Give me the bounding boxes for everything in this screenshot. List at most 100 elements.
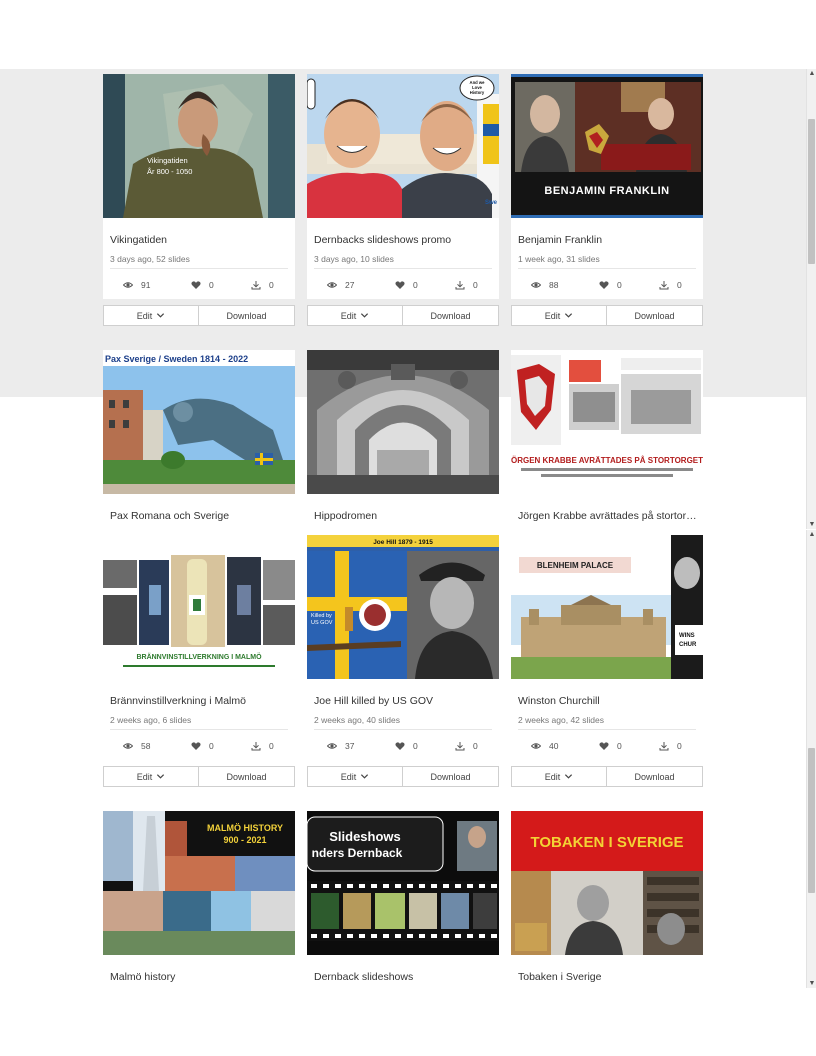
presentation-title[interactable]: Joe Hill killed by US GOV xyxy=(314,695,494,707)
presentation-title[interactable]: Dernbacks slideshows promo xyxy=(314,234,494,246)
download-button[interactable]: Download xyxy=(403,766,499,787)
edit-menu-button[interactable]: Edit xyxy=(103,766,199,787)
presentation-thumbnail[interactable]: Slideshows nders Dernback xyxy=(307,811,499,955)
card-actions: Edit Download xyxy=(103,305,295,326)
presentation-card[interactable]: And we Love History Swe Dernbacks slides… xyxy=(307,74,499,299)
heart-icon[interactable] xyxy=(395,741,405,751)
presentation-thumbnail[interactable]: BRÄNNVINSTILLVERKNING I MALMÖ xyxy=(103,535,295,679)
edit-menu-button[interactable]: Edit xyxy=(511,305,607,326)
thumbnail-caption: ÖRGEN KRABBE AVRÄTTADES PÅ STORTORGET xyxy=(511,456,703,465)
gallery-viewport-bottom[interactable]: BRÄNNVINSTILLVERKNING I MALMÖ Brännvinst… xyxy=(0,530,816,988)
presentation-card[interactable]: BRÄNNVINSTILLVERKNING I MALMÖ Brännvinst… xyxy=(103,535,295,760)
downloads-count: 0 xyxy=(473,280,478,290)
vertical-scrollbar[interactable]: ▲ ▼ xyxy=(806,530,816,988)
presentation-thumbnail[interactable]: BLENHEIM PALACE WINS CHUR xyxy=(511,535,703,679)
presentation-title[interactable]: Vikingatiden xyxy=(110,234,290,246)
card-divider xyxy=(110,268,288,269)
views-count: 27 xyxy=(345,280,355,290)
views-count: 58 xyxy=(141,741,151,751)
presentation-thumbnail[interactable]: TOBAKEN I SVERIGE xyxy=(511,811,703,955)
heart-icon[interactable] xyxy=(395,280,405,290)
presentation-card[interactable]: TOBAKEN I SVERIGE Tobaken i Sverige xyxy=(511,811,703,988)
presentation-thumbnail[interactable]: And we Love History Swe xyxy=(307,74,499,218)
thumbnail-caption: Killed by xyxy=(311,613,332,619)
download-icon xyxy=(455,742,465,751)
presentation-card[interactable]: Slideshows nders Dernback Dernback slide… xyxy=(307,811,499,988)
thumbnail-caption: År 800 - 1050 xyxy=(147,167,192,176)
scrollbar-thumb[interactable] xyxy=(808,119,815,264)
presentation-thumbnail[interactable]: BENJAMIN FRANKLIN xyxy=(511,74,703,218)
edit-menu-button[interactable]: Edit xyxy=(103,305,199,326)
presentation-card[interactable]: Joe Hill 1879 - 1915 Killed by US GOV Jo… xyxy=(307,535,499,760)
scroll-up-arrow-icon[interactable]: ▲ xyxy=(807,69,816,78)
presentation-card[interactable]: Hippodromen xyxy=(307,350,499,529)
download-button[interactable]: Download xyxy=(199,766,295,787)
thumbnail-caption: BENJAMIN FRANKLIN xyxy=(544,185,669,197)
likes-stat[interactable]: 0 xyxy=(599,741,622,751)
presentation-title[interactable]: Brännvinstillverkning i Malmö xyxy=(110,695,290,707)
edit-label: Edit xyxy=(136,771,153,782)
likes-count: 0 xyxy=(209,280,214,290)
presentation-title[interactable]: Tobaken i Sverige xyxy=(518,971,698,983)
eye-icon xyxy=(531,743,541,749)
download-button[interactable]: Download xyxy=(607,305,703,326)
edit-menu-button[interactable]: Edit xyxy=(511,766,607,787)
likes-stat[interactable]: 0 xyxy=(191,741,214,751)
presentation-meta: 3 days ago, 52 slides xyxy=(110,254,190,264)
views-stat: 58 xyxy=(123,741,150,751)
download-icon xyxy=(455,281,465,290)
presentation-card[interactable]: Pax Sverige / Sweden 1814 - 2022 Pax Rom… xyxy=(103,350,295,529)
vertical-scrollbar[interactable]: ▲ ▼ xyxy=(806,69,816,529)
edit-menu-button[interactable]: Edit xyxy=(307,305,403,326)
likes-stat[interactable]: 0 xyxy=(395,280,418,290)
presentation-title[interactable]: Hippodromen xyxy=(314,510,494,522)
presentation-card[interactable]: Vikingatiden År 800 - 1050 Vikingatiden … xyxy=(103,74,295,299)
chevron-down-icon xyxy=(565,774,573,779)
presentation-card[interactable]: BENJAMIN FRANKLIN Benjamin Franklin 1 we… xyxy=(511,74,703,299)
presentation-thumbnail[interactable]: MALMÖ HISTORY 900 - 2021 xyxy=(103,811,295,955)
likes-stat[interactable]: 0 xyxy=(599,280,622,290)
download-button[interactable]: Download xyxy=(403,305,499,326)
presentation-meta: 2 weeks ago, 42 slides xyxy=(518,715,604,725)
presentation-thumbnail[interactable]: Pax Sverige / Sweden 1814 - 2022 xyxy=(103,350,295,494)
eye-icon xyxy=(327,282,337,288)
chevron-down-icon xyxy=(361,774,369,779)
download-button[interactable]: Download xyxy=(199,305,295,326)
presentation-card[interactable]: MALMÖ HISTORY 900 - 2021 Malmö history xyxy=(103,811,295,988)
edit-label: Edit xyxy=(340,771,357,782)
scroll-down-arrow-icon[interactable]: ▼ xyxy=(807,979,816,988)
heart-icon[interactable] xyxy=(191,741,201,751)
presentation-title[interactable]: Benjamin Franklin xyxy=(518,234,698,246)
heart-icon[interactable] xyxy=(599,280,609,290)
heart-icon[interactable] xyxy=(599,741,609,751)
presentation-thumbnail[interactable] xyxy=(307,350,499,494)
edit-label: Edit xyxy=(544,310,561,321)
presentation-card[interactable]: BLENHEIM PALACE WINS CHUR Winston Church… xyxy=(511,535,703,760)
scroll-up-arrow-icon[interactable]: ▲ xyxy=(807,530,816,539)
edit-menu-button[interactable]: Edit xyxy=(307,766,403,787)
presentation-meta: 3 days ago, 10 slides xyxy=(314,254,394,264)
presentation-meta: 2 weeks ago, 6 slides xyxy=(110,715,192,725)
card-divider xyxy=(518,268,696,269)
gallery-viewport-top[interactable]: Vikingatiden År 800 - 1050 Vikingatiden … xyxy=(0,69,816,529)
card-stats: 40 0 0 xyxy=(511,741,703,753)
presentation-title[interactable]: Malmö history xyxy=(110,971,290,983)
likes-stat[interactable]: 0 xyxy=(191,280,214,290)
heart-icon[interactable] xyxy=(191,280,201,290)
presentation-card[interactable]: ÖRGEN KRABBE AVRÄTTADES PÅ STORTORGET Jö… xyxy=(511,350,703,529)
views-stat: 40 xyxy=(531,741,558,751)
presentation-title[interactable]: Dernback slideshows xyxy=(314,971,494,983)
scroll-down-arrow-icon[interactable]: ▼ xyxy=(807,520,816,529)
presentation-thumbnail[interactable]: Vikingatiden År 800 - 1050 xyxy=(103,74,295,218)
thumbnail-caption: Vikingatiden xyxy=(147,156,188,165)
presentation-thumbnail[interactable]: ÖRGEN KRABBE AVRÄTTADES PÅ STORTORGET xyxy=(511,350,703,494)
eye-icon xyxy=(531,282,541,288)
presentation-title[interactable]: Winston Churchill xyxy=(518,695,698,707)
download-button[interactable]: Download xyxy=(607,766,703,787)
presentation-title[interactable]: Jörgen Krabbe avrättades på stortorg… xyxy=(518,510,698,522)
presentation-title[interactable]: Pax Romana och Sverige xyxy=(110,510,290,522)
scrollbar-thumb[interactable] xyxy=(808,748,815,893)
likes-stat[interactable]: 0 xyxy=(395,741,418,751)
presentation-thumbnail[interactable]: Joe Hill 1879 - 1915 Killed by US GOV xyxy=(307,535,499,679)
downloads-count: 0 xyxy=(269,280,274,290)
